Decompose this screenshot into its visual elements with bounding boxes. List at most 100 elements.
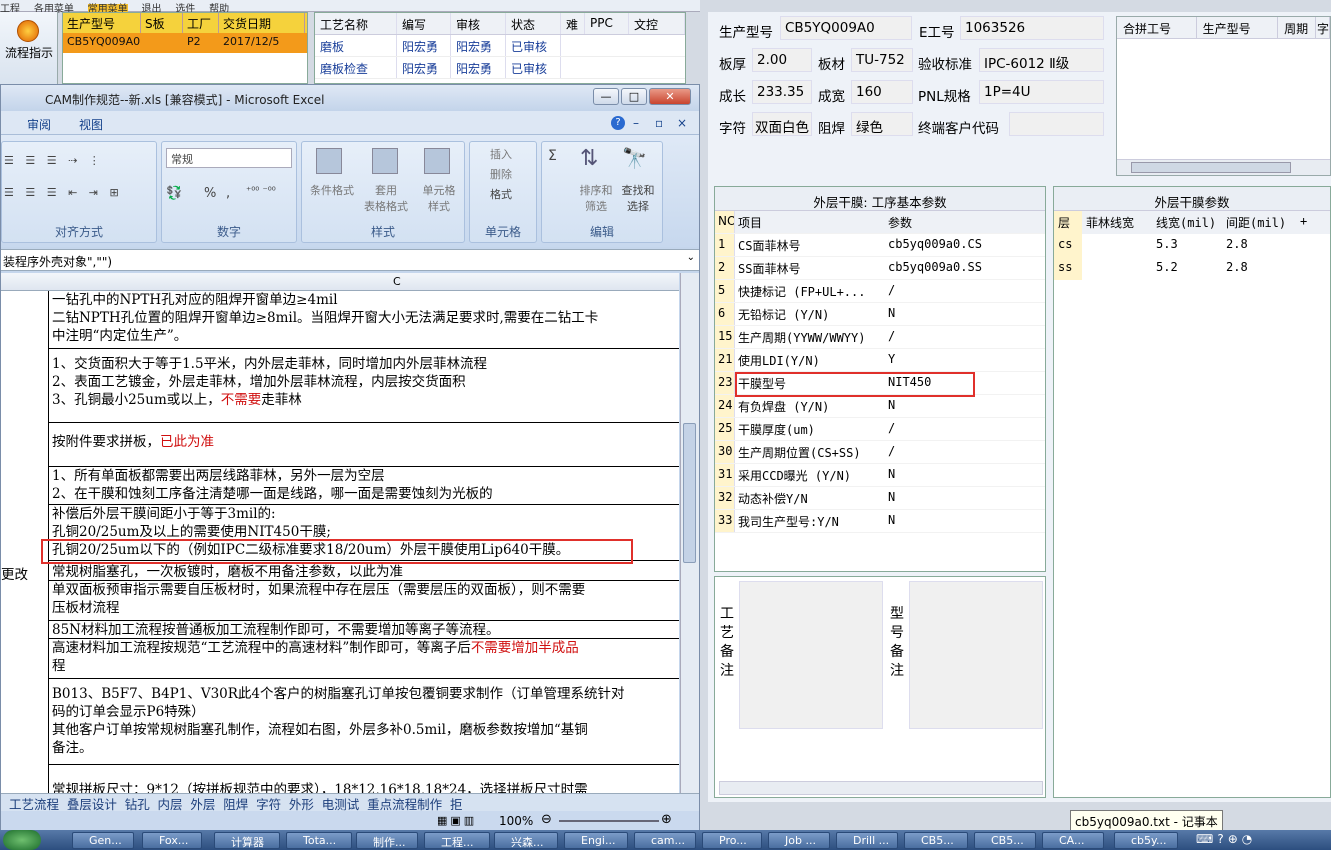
cell-style-icon[interactable] (424, 148, 450, 174)
table-format-button[interactable]: 套用 表格格式 (358, 182, 414, 214)
sheet-tab[interactable]: 内层 (158, 797, 183, 812)
minimize-button[interactable]: — (593, 88, 619, 105)
sheet-cell[interactable]: 按附件要求拼板，已此为准 (49, 423, 679, 467)
taskbar-item[interactable]: CB5... (904, 832, 968, 849)
merge-header[interactable]: 周期 (1278, 17, 1316, 38)
sheet-tab[interactable]: 工艺流程 (9, 797, 59, 812)
help-icon[interactable]: ? (611, 116, 625, 130)
scroll-thumb[interactable] (683, 423, 696, 563)
param-row[interactable]: 30 生产周期位置(CS+SS) / (715, 441, 1045, 464)
sheet-tab[interactable]: 外形 (289, 797, 314, 812)
insert-button[interactable]: 插入 (490, 146, 512, 162)
zoom-out-icon[interactable]: ⊖ (541, 812, 552, 827)
sheet-cell[interactable]: 高速材料加工流程按规范“工艺流程中的高速材料”制作即可，等离子后不需要增加半成品… (49, 639, 679, 679)
mask-field[interactable]: 绿色 (851, 112, 913, 136)
formula-bar[interactable]: 装程序外壳对象","") ⌄ (1, 249, 699, 271)
process-header[interactable]: 难 (561, 13, 585, 34)
order-row[interactable]: CB5YQ009A0 P2 2017/12/5 (63, 33, 307, 53)
conditional-format-icon[interactable] (316, 148, 342, 174)
thickness-field[interactable]: 2.00 (752, 48, 812, 72)
ext-header[interactable]: 间距(mil) (1222, 211, 1296, 234)
ribbon-close-icon[interactable]: × (677, 116, 687, 130)
vertical-scrollbar[interactable] (680, 273, 699, 793)
ribbon-restore-icon[interactable]: ▫ (655, 116, 663, 130)
sheet-tab[interactable]: 重点流程制作 (367, 797, 442, 812)
comma-button[interactable]: , (226, 186, 230, 201)
table-format-icon[interactable] (372, 148, 398, 174)
currency-icon[interactable]: 💱 (166, 186, 182, 201)
order-header[interactable]: S板 (141, 13, 183, 33)
sheet-tab[interactable]: 外层 (190, 797, 215, 812)
percent-button[interactable]: % (204, 186, 216, 201)
zoom-level[interactable]: 100% (499, 814, 533, 828)
tab-review[interactable]: 审阅 (27, 116, 51, 133)
prod-model-field[interactable]: CB5YQ009A0 (780, 16, 912, 40)
order-header[interactable]: 工厂 (183, 13, 219, 33)
sheet-cell[interactable]: 常规拼板尺寸：9*12（按拼板规范中的要求），18*12,16*18,18*24… (49, 781, 679, 793)
align-icons-2[interactable]: ☰ ☰ ☰ ⇤ ⇥ ⊞ (4, 186, 123, 199)
param-row[interactable]: 5 快捷标记 (FP+UL+... / (715, 280, 1045, 303)
param-row[interactable]: 32 动态补偿Y/N N (715, 487, 1045, 510)
taskbar-item[interactable]: 工程... (424, 832, 490, 849)
taskbar-item[interactable]: CA... (1042, 832, 1104, 849)
sheet-cell[interactable]: 单双面板预审指示需要自压板材时，如果流程中存在层压（需要层压的双面板），则不需要… (49, 581, 679, 621)
taskbar-item[interactable]: Job ... (768, 832, 830, 849)
order-header[interactable]: 交货日期 (219, 13, 305, 33)
align-icons[interactable]: ☰ ☰ ☰ ⇢ ⋮ (4, 154, 104, 167)
process-row[interactable]: 磨板检查 阳宏勇 阳宏勇 已审核 (315, 57, 685, 79)
flow-guide-button[interactable]: 流程指示 (0, 12, 58, 84)
sheet-tab[interactable]: 拒 (450, 797, 463, 812)
customer-field[interactable] (1009, 112, 1104, 136)
taskbar-item[interactable]: Tota... (286, 832, 352, 849)
taskbar-item[interactable]: cam... (634, 832, 696, 849)
param-row[interactable]: 31 采用CCD曝光 (Y/N) N (715, 464, 1045, 487)
sheet-tab[interactable]: 钻孔 (125, 797, 150, 812)
taskbar-item[interactable]: cb5y... (1114, 832, 1178, 849)
col-param-header[interactable]: 参数 (885, 211, 1033, 233)
length-field[interactable]: 233.35 (752, 80, 812, 104)
sheet-tab[interactable]: 字符 (256, 797, 281, 812)
taskbar-item[interactable]: Engi... (564, 832, 628, 849)
taskbar-item[interactable]: Gen... (72, 832, 134, 849)
sheet-cell[interactable]: 1、交货面积大于等于1.5平米，内外层走菲林，同时增加内外层菲林流程 2、表面工… (49, 349, 679, 423)
sheet-cell[interactable]: 一钻孔中的NPTH孔对应的阻焊开窗单边≥4mil 二钻NPTH孔位置的阻焊开窗单… (49, 291, 679, 349)
param-row[interactable]: 6 无铅标记 (Y/N) N (715, 303, 1045, 326)
param-row[interactable]: 15 生产周期(YYWW/WWYY) / (715, 326, 1045, 349)
delete-button[interactable]: 删除 (490, 166, 512, 182)
taskbar-item[interactable]: 兴森... (494, 832, 558, 849)
order-header[interactable]: 生产型号 (63, 13, 141, 33)
taskbar-item[interactable]: CB5... (974, 832, 1036, 849)
sheet-cell[interactable]: 1、所有单面板都需要出两层线路菲林，另外一层为空层 2、在干膜和蚀刻工序备注清楚… (49, 467, 679, 505)
process-header[interactable]: 文控 (629, 13, 685, 34)
taskbar-item[interactable]: Pro... (702, 832, 762, 849)
merge-header[interactable]: 生产型号 (1197, 17, 1279, 38)
ext-row[interactable]: ss 5.2 2.8 (1054, 257, 1330, 280)
process-header[interactable]: PPC (585, 13, 629, 34)
param-row[interactable]: 33 我司生产型号:Y/N N (715, 510, 1045, 533)
sort-filter-button[interactable]: 排序和 筛选 (576, 182, 616, 214)
param-row[interactable]: 21 使用LDI(Y/N) Y (715, 349, 1045, 372)
sheet-tab[interactable]: 叠层设计 (67, 797, 117, 812)
cell-style-button[interactable]: 单元格 样式 (414, 182, 464, 214)
col-item-header[interactable]: 项目 (735, 211, 885, 233)
notes-hscroll[interactable] (719, 781, 1043, 795)
material-field[interactable]: TU-752 (851, 48, 913, 72)
zoom-slider[interactable] (559, 820, 659, 822)
find-select-button[interactable]: 查找和 选择 (616, 182, 660, 214)
char-field[interactable]: 双面白色 (752, 112, 812, 136)
merge-header[interactable]: 字 (1316, 17, 1330, 38)
param-row[interactable]: 2 SS面菲林号 cb5yq009a0.SS (715, 257, 1045, 280)
close-button[interactable]: ✕ (649, 88, 691, 105)
formula-expand-icon[interactable]: ⌄ (687, 252, 695, 263)
zoom-in-icon[interactable]: ⊕ (661, 812, 672, 827)
merge-hscroll-thumb[interactable] (1131, 162, 1291, 173)
binoculars-icon[interactable]: 🔭 (622, 146, 647, 170)
ribbon-minimize-icon[interactable]: – (633, 116, 639, 130)
pnl-field[interactable]: 1P=4U (979, 80, 1104, 104)
sheet-tab[interactable]: 阻焊 (223, 797, 248, 812)
tab-view[interactable]: 视图 (79, 116, 103, 133)
ext-header[interactable]: 层 (1054, 211, 1082, 234)
ext-header[interactable]: + (1296, 211, 1320, 234)
param-row[interactable]: 24 有负焊盘 (Y/N) N (715, 395, 1045, 418)
taskbar-item[interactable]: Fox... (142, 832, 202, 849)
